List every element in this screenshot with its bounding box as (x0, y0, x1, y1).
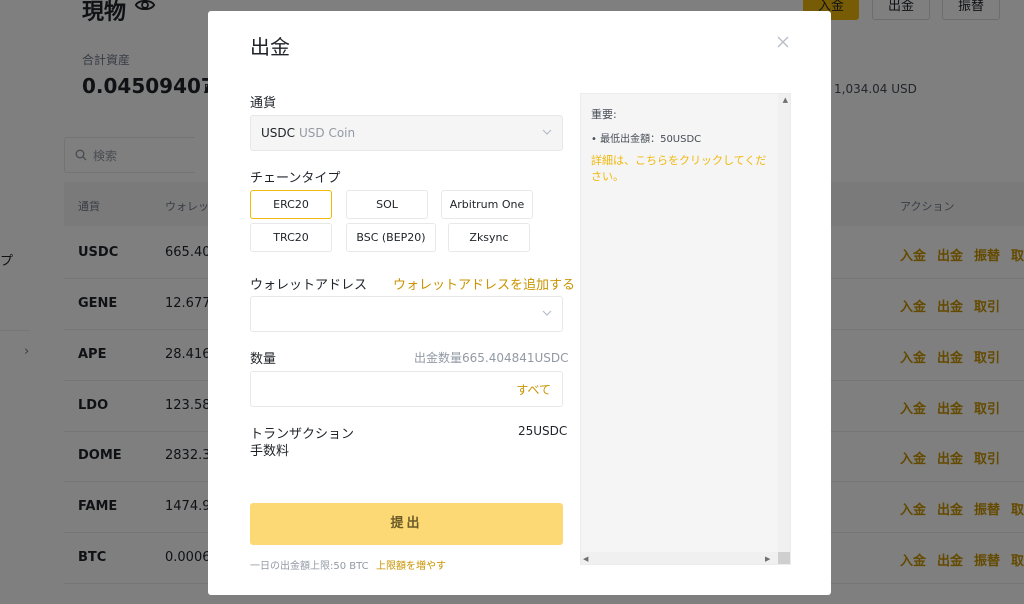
currency-name: USD Coin (299, 126, 356, 140)
currency-select[interactable]: USDC USD Coin (250, 115, 563, 151)
scroll-right-icon[interactable]: ▶ (765, 555, 770, 563)
chain-option-sol[interactable]: SOL (346, 190, 428, 219)
withdraw-modal: 出金 通貨 USDC USD Coin チェーンタイプ ERC20 SOL Ar… (208, 11, 831, 595)
quantity-label: 数量 (250, 352, 277, 367)
add-wallet-address-link[interactable]: ウォレットアドレスを追加する (393, 274, 575, 293)
quantity-input[interactable]: すべて (250, 371, 563, 407)
wallet-address-label: ウォレットアドレス (250, 278, 368, 293)
chain-option-arbitrum[interactable]: Arbitrum One (441, 190, 533, 219)
max-all-button[interactable]: すべて (516, 381, 551, 398)
daily-limit-text: 一日の出金額上限:50 BTC (250, 561, 369, 572)
chain-type-label: チェーンタイプ (250, 171, 341, 186)
chevron-down-icon (542, 129, 552, 135)
currency-code: USDC (261, 126, 296, 140)
chain-option-erc20[interactable]: ERC20 (250, 190, 332, 219)
note-heading: 重要: (591, 108, 617, 121)
scrollbar-corner (778, 552, 790, 564)
vertical-scrollbar[interactable] (778, 94, 790, 564)
chevron-down-icon (542, 310, 552, 316)
scroll-up-icon[interactable]: ▲ (783, 96, 788, 104)
important-notes-panel: 重要: • 最低出金額：50USDC 詳細は、こちらをクリックしてください。 ▲… (580, 93, 791, 565)
chain-option-zksync[interactable]: Zksync (448, 223, 530, 252)
fee-label-line2: 手数料 (250, 444, 290, 459)
available-quantity: 出金数量665.404841USDC (414, 351, 569, 365)
note-details-link[interactable]: 詳細は、こちらをクリックしてください。 (591, 153, 771, 185)
close-icon[interactable] (776, 35, 790, 49)
wallet-address-select[interactable] (250, 296, 563, 332)
chain-option-bsc[interactable]: BSC (BEP20) (346, 223, 436, 252)
fee-value: 25USDC (518, 424, 568, 438)
horizontal-scrollbar[interactable] (581, 552, 778, 564)
note-bullet: • 最低出金額：50USDC (591, 134, 702, 145)
chain-option-trc20[interactable]: TRC20 (250, 223, 332, 252)
modal-title: 出金 (250, 35, 290, 59)
currency-label: 通貨 (250, 96, 277, 111)
increase-limit-link[interactable]: 上限額を増やす (376, 557, 446, 572)
submit-button[interactable]: 提出 (250, 503, 563, 545)
scroll-left-icon[interactable]: ◀ (583, 555, 588, 563)
